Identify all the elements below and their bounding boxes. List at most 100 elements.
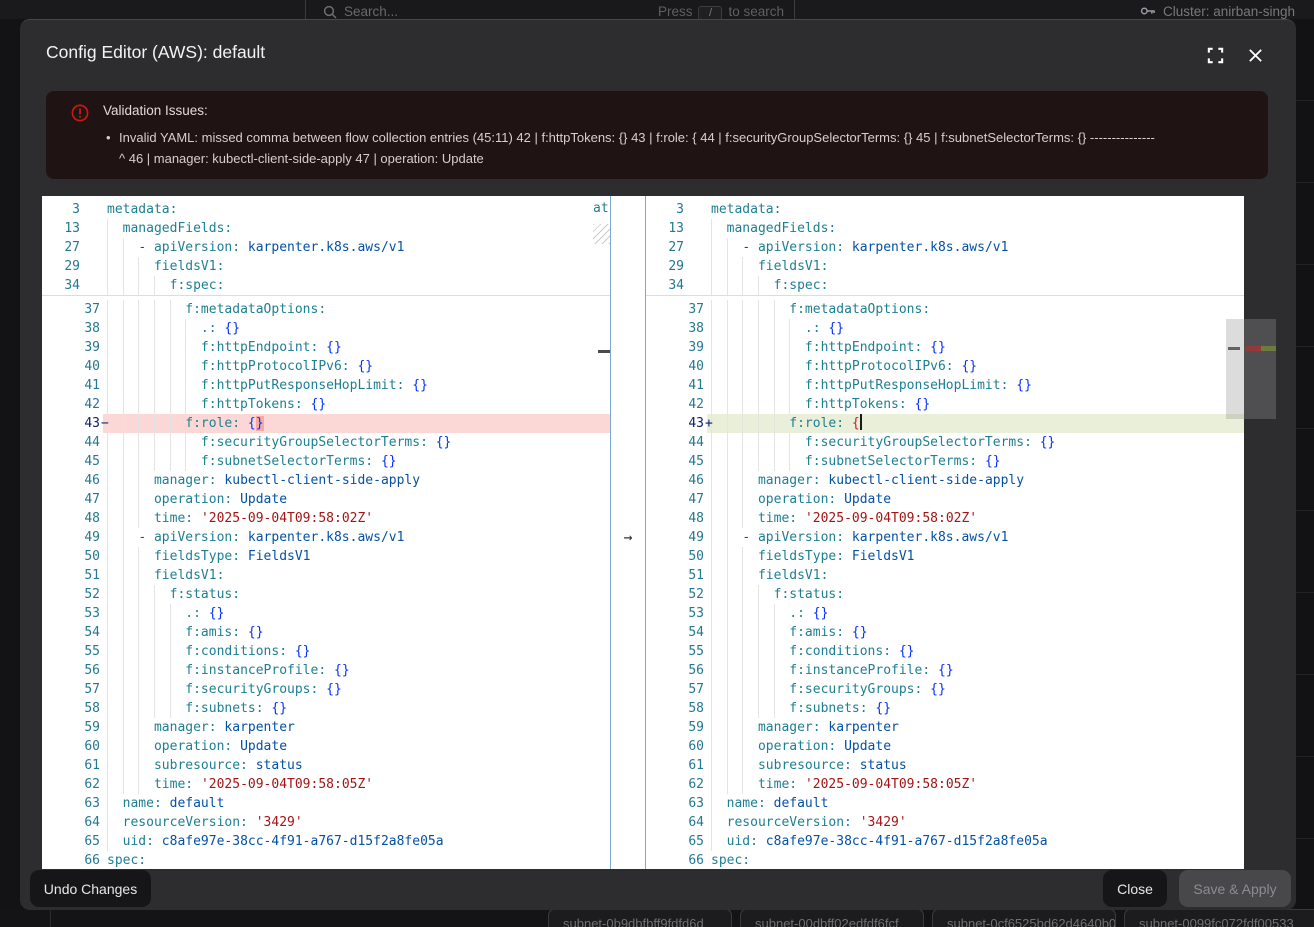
config-editor-modal: Config Editor (AWS): default Validation … (20, 19, 1296, 910)
code-line[interactable]: 38 .: {} (646, 319, 1244, 338)
code-line[interactable]: 66spec: (42, 851, 610, 869)
sticky-scroll-divider (646, 295, 1244, 296)
code-line[interactable]: 44 f:securityGroupSelectorTerms: {} (646, 433, 1244, 452)
code-line[interactable]: 50 fieldsType: FieldsV1 (42, 547, 610, 566)
code-line[interactable]: 40 f:httpProtocolIPv6: {} (42, 357, 610, 376)
code-line[interactable]: 52 f:status: (646, 585, 1244, 604)
code-text: subresource: status (107, 756, 303, 775)
code-line[interactable]: 45 f:subnetSelectorTerms: {} (42, 452, 610, 471)
code-text: operation: Update (711, 490, 891, 509)
code-line[interactable]: 46 manager: kubectl-client-side-apply (646, 471, 1244, 490)
code-line[interactable]: 13 managedFields: (42, 219, 610, 238)
code-line[interactable]: 29 fieldsV1: (42, 257, 610, 276)
code-line[interactable]: 27 - apiVersion: karpenter.k8s.aws/v1 (646, 238, 1244, 257)
code-line[interactable]: 59 manager: karpenter (42, 718, 610, 737)
code-line[interactable]: 55 f:conditions: {} (646, 642, 1244, 661)
code-line[interactable]: 52 f:status: (42, 585, 610, 604)
code-line[interactable]: 48 time: '2025-09-04T09:58:02Z' (646, 509, 1244, 528)
code-line[interactable]: 42 f:httpTokens: {} (646, 395, 1244, 414)
code-line[interactable]: 44 f:securityGroupSelectorTerms: {} (42, 433, 610, 452)
code-line[interactable]: 47 operation: Update (646, 490, 1244, 509)
cluster-selector[interactable]: Cluster: anirban-singh (1140, 3, 1295, 19)
code-text: spec: (711, 851, 750, 869)
code-line[interactable]: 46 manager: kubectl-client-side-apply (42, 471, 610, 490)
code-line[interactable]: 29 fieldsV1: (646, 257, 1244, 276)
code-line[interactable]: 47 operation: Update (42, 490, 610, 509)
code-line[interactable]: 63 name: default (42, 794, 610, 813)
code-line[interactable]: 64 resourceVersion: '3429' (42, 813, 610, 832)
modal-close-button[interactable] (1242, 42, 1268, 68)
code-line[interactable]: 62 time: '2025-09-04T09:58:05Z' (646, 775, 1244, 794)
code-line[interactable]: 34 f:spec: (42, 276, 610, 295)
code-line[interactable]: 56 f:instanceProfile: {} (646, 661, 1244, 680)
code-text: f:role: { (711, 414, 862, 433)
search-input[interactable]: Search... Press/to search (305, 0, 795, 19)
code-line[interactable]: 34 f:spec: (646, 276, 1244, 295)
undo-changes-button[interactable]: Undo Changes (30, 870, 151, 907)
code-line[interactable]: 60 operation: Update (646, 737, 1244, 756)
code-line[interactable]: 37 f:metadataOptions: (646, 300, 1244, 319)
code-line[interactable]: 49 - apiVersion: karpenter.k8s.aws/v1 (646, 528, 1244, 547)
code-line[interactable]: 27 - apiVersion: karpenter.k8s.aws/v1 (42, 238, 610, 257)
code-line[interactable]: 56 f:instanceProfile: {} (42, 661, 610, 680)
code-line[interactable]: 53 .: {} (42, 604, 610, 623)
code-text: f:securityGroups: {} (711, 680, 946, 699)
code-line[interactable]: 63 name: default (646, 794, 1244, 813)
code-text: f:spec: (107, 276, 224, 295)
code-line[interactable]: 41 f:httpPutResponseHopLimit: {} (646, 376, 1244, 395)
code-line[interactable]: 61 subresource: status (646, 756, 1244, 775)
code-line[interactable]: 51 fieldsV1: (42, 566, 610, 585)
subnet-chip: subnet-0cf6525bd62d4640b0 (932, 909, 1116, 927)
code-line[interactable]: 39 f:httpEndpoint: {} (42, 338, 610, 357)
validation-heading: Validation Issues: (103, 103, 208, 118)
line-number: 48 (42, 509, 100, 528)
code-text: f:securityGroupSelectorTerms: {} (107, 433, 451, 452)
code-line[interactable]: 50 fieldsType: FieldsV1 (646, 547, 1244, 566)
code-line[interactable]: 58 f:subnets: {} (42, 699, 610, 718)
code-line[interactable]: 48 time: '2025-09-04T09:58:02Z' (42, 509, 610, 528)
code-line[interactable]: 60 operation: Update (42, 737, 610, 756)
save-apply-button[interactable]: Save & Apply (1179, 870, 1291, 907)
line-number: 55 (646, 642, 704, 661)
expand-button[interactable] (1202, 42, 1228, 68)
code-line[interactable]: 54 f:amis: {} (42, 623, 610, 642)
code-text: - apiVersion: karpenter.k8s.aws/v1 (107, 528, 404, 547)
code-line[interactable]: 13 managedFields: (646, 219, 1244, 238)
code-line[interactable]: 37 f:metadataOptions: (42, 300, 610, 319)
code-line[interactable]: 55 f:conditions: {} (42, 642, 610, 661)
code-line[interactable]: 58 f:subnets: {} (646, 699, 1244, 718)
code-line[interactable]: 54 f:amis: {} (646, 623, 1244, 642)
code-line[interactable]: 3metadata: (646, 200, 1244, 219)
code-line[interactable]: 57 f:securityGroups: {} (42, 680, 610, 699)
code-line[interactable]: 39 f:httpEndpoint: {} (646, 338, 1244, 357)
code-line[interactable]: 57 f:securityGroups: {} (646, 680, 1244, 699)
code-line[interactable]: 42 f:httpTokens: {} (42, 395, 610, 414)
code-line[interactable]: 61 subresource: status (42, 756, 610, 775)
overview-ruler-slider[interactable] (1226, 319, 1276, 419)
code-line[interactable]: 65 uid: c8afe97e-38cc-4f91-a767-d15f2a8f… (646, 832, 1244, 851)
line-number: 39 (42, 338, 100, 357)
code-text: f:subnets: {} (711, 699, 891, 718)
code-line[interactable]: 51 fieldsV1: (646, 566, 1244, 585)
code-line[interactable]: 64 resourceVersion: '3429' (646, 813, 1244, 832)
code-line[interactable]: 45 f:subnetSelectorTerms: {} (646, 452, 1244, 471)
line-number: 64 (646, 813, 704, 832)
close-button[interactable]: Close (1103, 870, 1167, 907)
line-number: 58 (646, 699, 704, 718)
code-line[interactable]: 3metadata: (42, 200, 610, 219)
code-line[interactable]: 43− f:role: {} (42, 414, 610, 433)
code-line[interactable]: 41 f:httpPutResponseHopLimit: {} (42, 376, 610, 395)
yaml-diff-editor: at 3metadata:13 managedFields:27 - apiVe… (42, 196, 1276, 869)
code-line[interactable]: 65 uid: c8afe97e-38cc-4f91-a767-d15f2a8f… (42, 832, 610, 851)
press-to-search-hint: Press/to search (658, 4, 784, 19)
code-line[interactable]: 43+ f:role: { (646, 414, 1244, 433)
revert-change-button[interactable]: → (612, 528, 644, 547)
code-line[interactable]: 62 time: '2025-09-04T09:58:05Z' (42, 775, 610, 794)
code-line[interactable]: 38 .: {} (42, 319, 610, 338)
code-line[interactable]: 59 manager: karpenter (646, 718, 1244, 737)
line-number: 34 (646, 276, 684, 295)
code-line[interactable]: 49 - apiVersion: karpenter.k8s.aws/v1 (42, 528, 610, 547)
code-line[interactable]: 53 .: {} (646, 604, 1244, 623)
code-line[interactable]: 40 f:httpProtocolIPv6: {} (646, 357, 1244, 376)
code-line[interactable]: 66spec: (646, 851, 1244, 869)
